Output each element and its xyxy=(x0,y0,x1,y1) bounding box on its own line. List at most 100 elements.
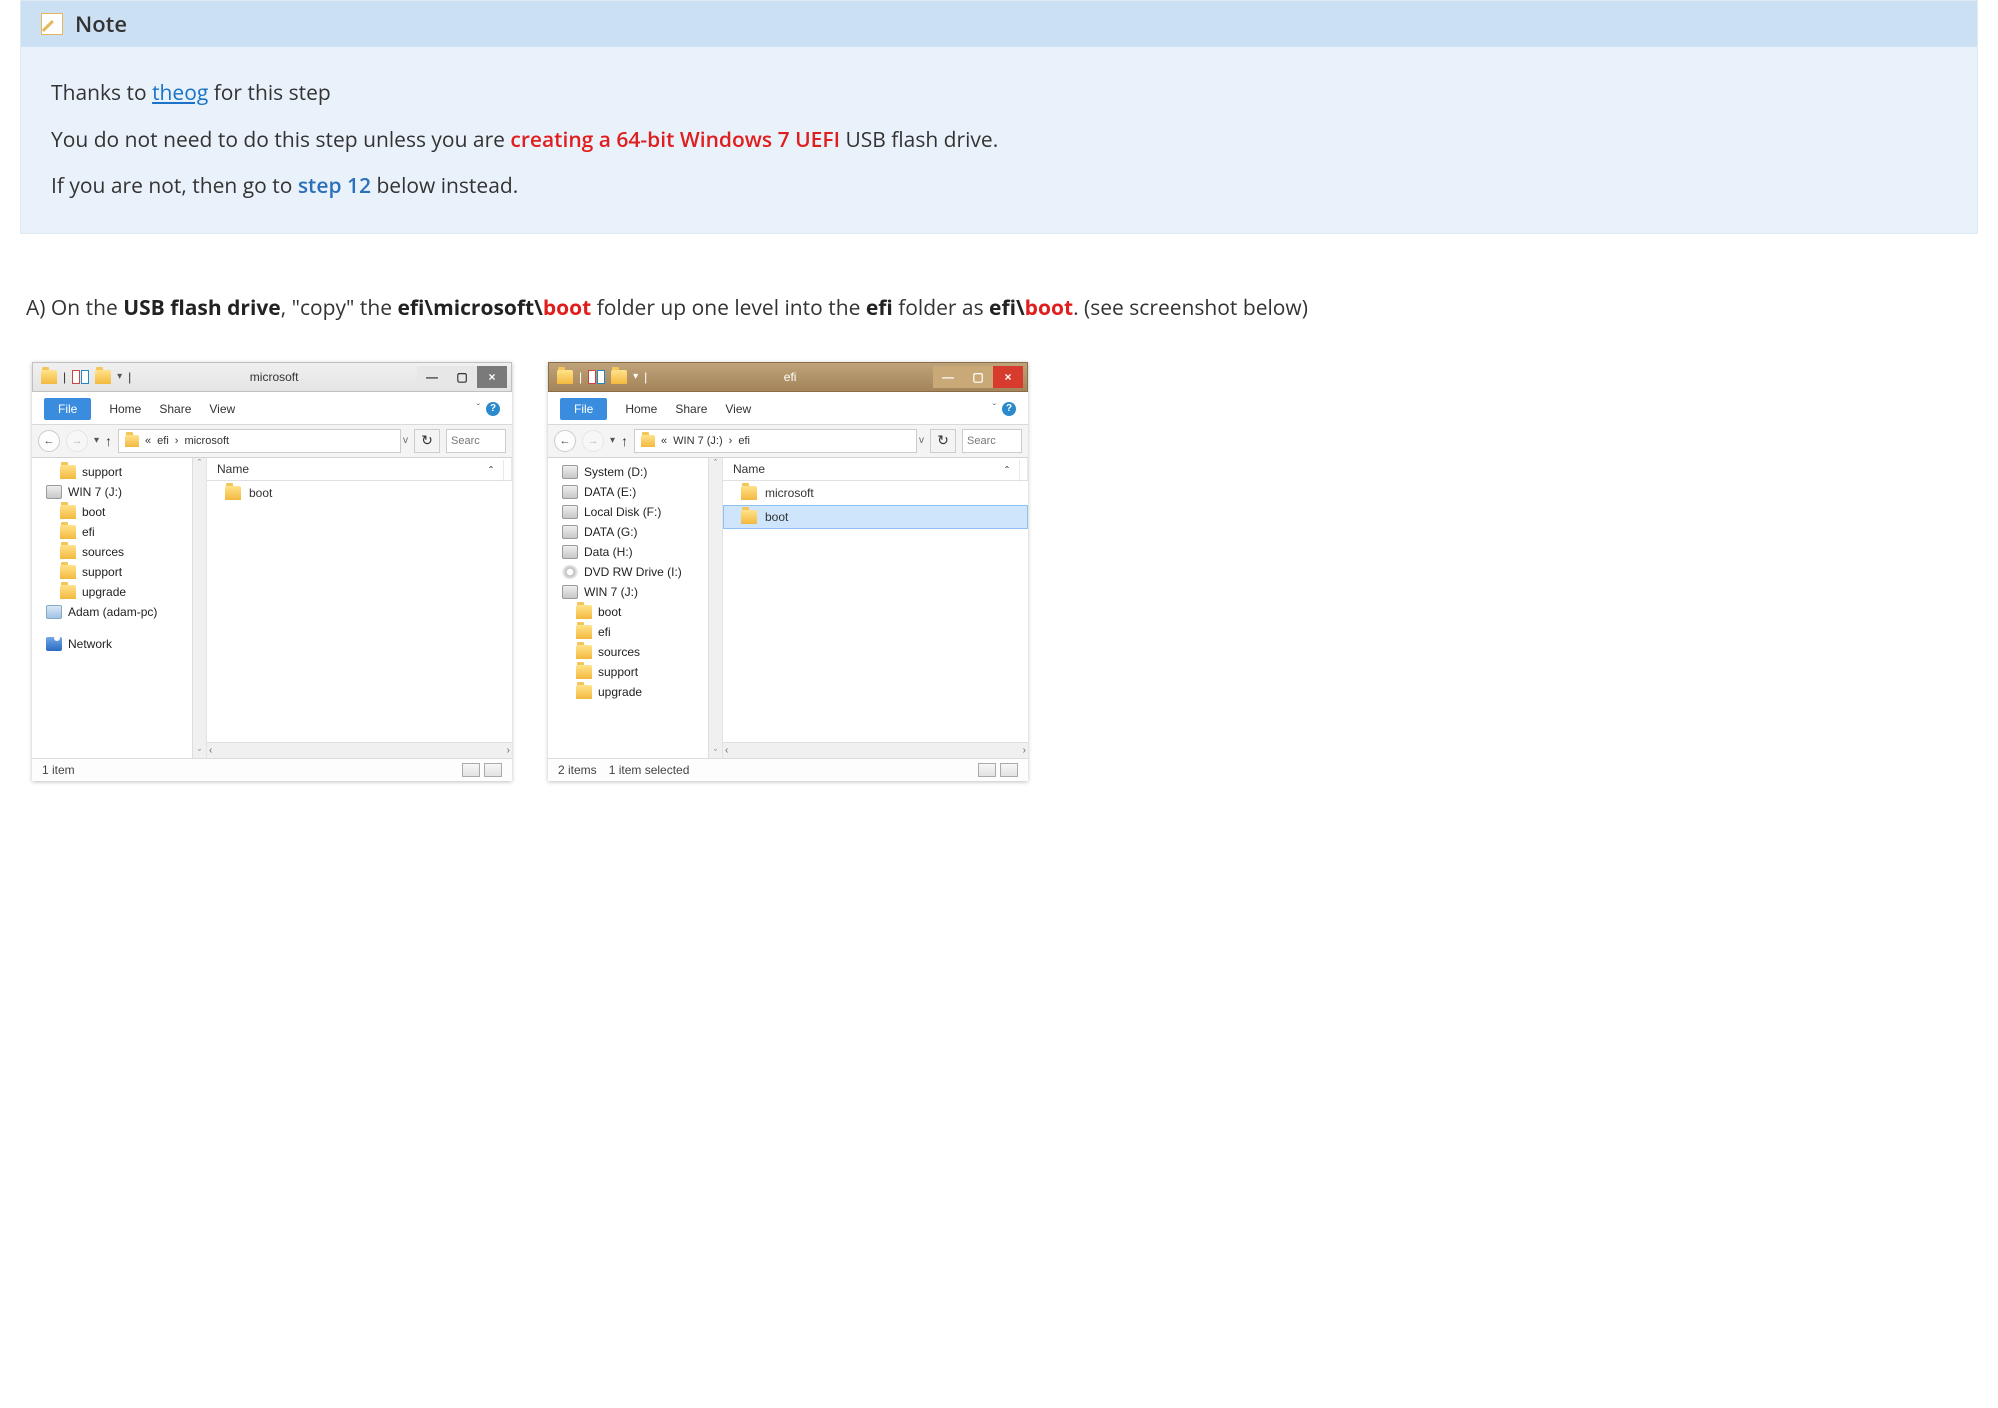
column-name[interactable]: Name xyxy=(207,458,512,480)
tab-view[interactable]: View xyxy=(209,402,235,416)
up-button[interactable]: ↑ xyxy=(105,433,112,449)
column-name[interactable]: Name xyxy=(723,458,1028,480)
nav-item[interactable]: boot xyxy=(598,605,621,619)
column-headers[interactable]: Name ˆ xyxy=(207,458,512,481)
title-bar[interactable]: | ▾ | microsoft — ▢ × xyxy=(32,362,512,392)
nav-item[interactable]: efi xyxy=(598,625,611,639)
close-button[interactable]: × xyxy=(477,366,507,388)
nav-item[interactable]: System (D:) xyxy=(584,465,647,479)
minimize-button[interactable]: — xyxy=(417,366,447,388)
tab-home[interactable]: Home xyxy=(109,402,141,416)
tab-view[interactable]: View xyxy=(725,402,751,416)
drive-icon xyxy=(46,485,62,499)
file-item-boot[interactable]: boot xyxy=(207,481,512,505)
search-input[interactable]: Searc xyxy=(446,429,506,453)
forward-button[interactable]: → xyxy=(66,430,88,452)
ribbon-tabs: File Home Share View ˇ ? xyxy=(32,392,512,425)
scrollbar[interactable]: ˆˇ xyxy=(192,458,206,758)
folder-icon xyxy=(60,565,76,579)
nav-item[interactable]: sources xyxy=(82,545,124,559)
nav-item[interactable]: boot xyxy=(82,505,105,519)
folder-icon xyxy=(41,370,57,384)
bc-dropdown-icon[interactable]: v xyxy=(403,435,408,446)
nav-item[interactable]: Network xyxy=(68,637,112,651)
forward-button[interactable]: → xyxy=(582,430,604,452)
help-icon[interactable]: ? xyxy=(486,402,500,416)
back-button[interactable]: ← xyxy=(554,430,576,452)
bc-dropdown-icon[interactable]: v xyxy=(919,435,924,446)
folder-icon xyxy=(741,486,757,500)
title-bar[interactable]: | ▾ | efi — ▢ × xyxy=(548,362,1028,392)
folder-icon xyxy=(641,435,655,447)
refresh-button[interactable]: ↻ xyxy=(930,429,956,453)
nav-item[interactable]: Local Disk (F:) xyxy=(584,505,661,519)
icons-view-icon[interactable] xyxy=(1000,763,1018,777)
nav-item[interactable]: Data (H:) xyxy=(584,545,633,559)
h-scrollbar[interactable]: ‹› xyxy=(207,742,512,758)
nav-item[interactable]: WIN 7 (J:) xyxy=(584,585,638,599)
up-button[interactable]: ↑ xyxy=(621,433,628,449)
step-12-link[interactable]: step 12 xyxy=(298,172,371,200)
nav-item[interactable]: DVD RW Drive (I:) xyxy=(584,565,682,579)
breadcrumb[interactable]: « efi › microsoft xyxy=(118,429,401,453)
column-headers[interactable]: Name ˆ xyxy=(723,458,1028,481)
drive-icon xyxy=(562,525,578,539)
maximize-button[interactable]: ▢ xyxy=(447,366,477,388)
details-view-icon[interactable] xyxy=(462,763,480,777)
refresh-button[interactable]: ↻ xyxy=(414,429,440,453)
qa-caret-icon[interactable]: ▾ xyxy=(633,371,638,382)
folder-icon xyxy=(611,370,627,384)
ribbon-collapse-icon[interactable]: ˇ xyxy=(993,403,996,414)
tab-share[interactable]: Share xyxy=(675,402,707,416)
nav-item[interactable]: upgrade xyxy=(598,685,642,699)
nav-item[interactable]: WIN 7 (J:) xyxy=(68,485,122,499)
folder-icon xyxy=(576,685,592,699)
maximize-button[interactable]: ▢ xyxy=(963,366,993,388)
tab-file[interactable]: File xyxy=(44,398,91,420)
details-view-icon[interactable] xyxy=(978,763,996,777)
note-line-2: You do not need to do this step unless y… xyxy=(51,124,1947,157)
qa-caret-icon[interactable]: ▾ xyxy=(117,371,122,382)
file-list[interactable]: Name ˆ microsoft boot ‹› xyxy=(723,458,1028,758)
nav-item[interactable]: sources xyxy=(598,645,640,659)
nav-item[interactable]: DATA (G:) xyxy=(584,525,638,539)
scrollbar[interactable]: ˆˇ xyxy=(708,458,722,758)
close-button[interactable]: × xyxy=(993,366,1023,388)
search-input[interactable]: Searc xyxy=(962,429,1022,453)
folder-icon xyxy=(576,605,592,619)
history-caret-icon[interactable]: ▾ xyxy=(610,435,615,446)
file-item-microsoft[interactable]: microsoft xyxy=(723,481,1028,505)
tab-share[interactable]: Share xyxy=(159,402,191,416)
note-body: Thanks to theog for this step You do not… xyxy=(21,47,1977,233)
nav-item[interactable]: support xyxy=(598,665,638,679)
nav-item[interactable]: DATA (E:) xyxy=(584,485,636,499)
minimize-button[interactable]: — xyxy=(933,366,963,388)
sort-icon: ˆ xyxy=(995,460,1020,482)
ribbon-collapse-icon[interactable]: ˇ xyxy=(477,403,480,414)
note-box: Note Thanks to theog for this step You d… xyxy=(20,0,1978,234)
back-button[interactable]: ← xyxy=(38,430,60,452)
nav-item[interactable]: upgrade xyxy=(82,585,126,599)
window-title: microsoft xyxy=(131,370,417,384)
file-list[interactable]: Name ˆ boot ‹› xyxy=(207,458,512,758)
bar-icon: | xyxy=(63,370,66,384)
icons-view-icon[interactable] xyxy=(484,763,502,777)
h-scrollbar[interactable]: ‹› xyxy=(723,742,1028,758)
nav-item[interactable]: support xyxy=(82,565,122,579)
tab-file[interactable]: File xyxy=(560,398,607,420)
history-caret-icon[interactable]: ▾ xyxy=(94,435,99,446)
nav-item[interactable]: support xyxy=(82,465,122,479)
help-icon[interactable]: ? xyxy=(1002,402,1016,416)
docs-icon xyxy=(588,370,605,384)
file-item-boot[interactable]: boot xyxy=(723,505,1028,529)
tab-home[interactable]: Home xyxy=(625,402,657,416)
folder-icon xyxy=(60,505,76,519)
navigation-pane[interactable]: support WIN 7 (J:) boot efi sources supp… xyxy=(32,458,207,758)
navigation-pane[interactable]: System (D:) DATA (E:) Local Disk (F:) DA… xyxy=(548,458,723,758)
theog-link[interactable]: theog xyxy=(152,79,208,107)
drive-icon xyxy=(562,545,578,559)
nav-item[interactable]: efi xyxy=(82,525,95,539)
nav-item[interactable]: Adam (adam-pc) xyxy=(68,605,157,619)
breadcrumb[interactable]: « WIN 7 (J:) › efi xyxy=(634,429,917,453)
drive-icon xyxy=(562,465,578,479)
